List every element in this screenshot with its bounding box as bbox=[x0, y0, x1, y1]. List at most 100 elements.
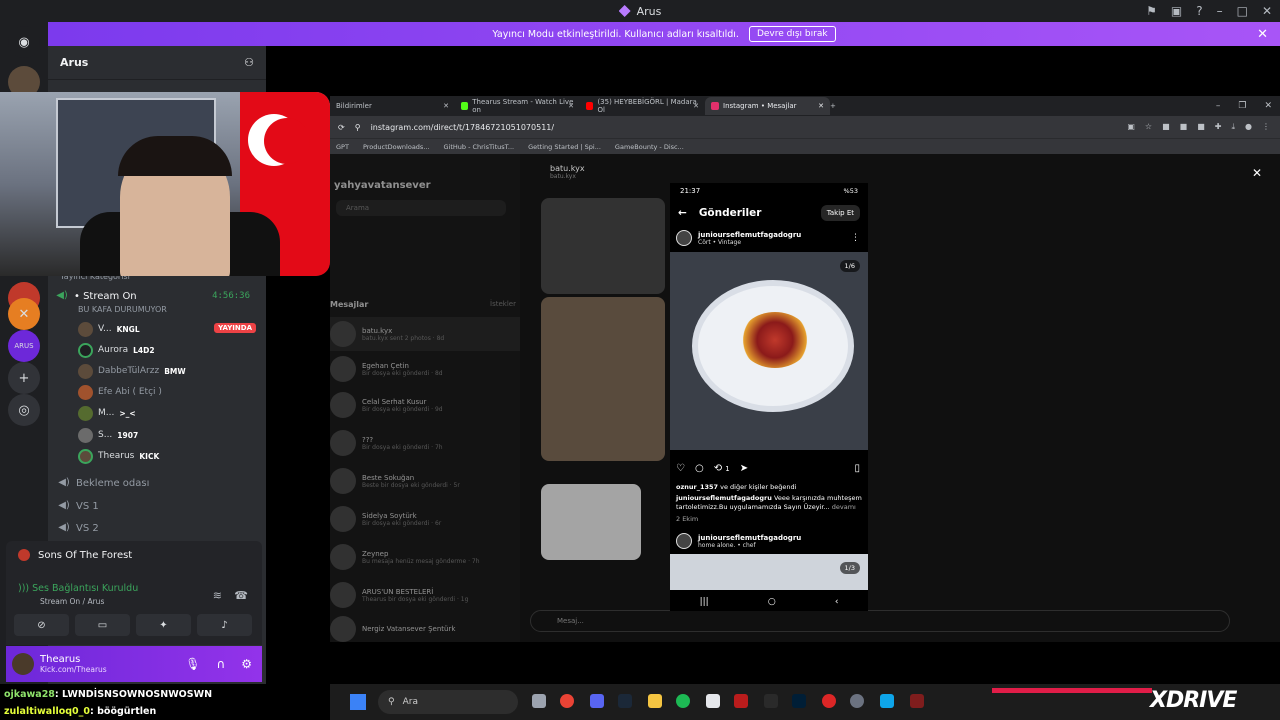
activities-button[interactable]: ✦ bbox=[136, 614, 191, 636]
dm-thread[interactable]: batu.kyx batu.kyx sent 2 photos · 8d bbox=[330, 317, 520, 351]
repost-icon[interactable]: ⟲ 1 bbox=[714, 463, 730, 474]
bookmark-item[interactable]: Getting Started | Spi... bbox=[528, 143, 601, 151]
voice-member[interactable]: DabbeTülArzz BMW bbox=[78, 363, 186, 379]
extension-icon[interactable]: ■ bbox=[1180, 122, 1188, 132]
message-input[interactable]: Mesaj... bbox=[530, 610, 1230, 632]
app-icon[interactable] bbox=[706, 694, 720, 708]
bookmark-item[interactable]: GitHub - ChrisTitusT... bbox=[444, 143, 515, 151]
minimize-icon[interactable]: – bbox=[1216, 101, 1221, 111]
share-icon[interactable]: ➤ bbox=[740, 463, 748, 474]
recents-icon[interactable]: ||| bbox=[700, 597, 709, 607]
extension-icon[interactable]: ■ bbox=[1162, 122, 1170, 132]
voice-channel-vs2[interactable]: ◀) VS 2 bbox=[58, 522, 258, 534]
dm-thread[interactable]: Sidelya Soytürk Bir dosya eki gönderdi · … bbox=[330, 502, 520, 536]
back-icon[interactable]: ‹ bbox=[835, 597, 839, 607]
gear-icon[interactable]: ⚙ bbox=[241, 657, 252, 671]
file-explorer-icon[interactable] bbox=[648, 694, 662, 708]
close-icon[interactable]: ✕ bbox=[1262, 4, 1272, 18]
post-image[interactable]: 1/6 bbox=[670, 252, 868, 450]
browser-tab-active[interactable]: Instagram • Mesajlar ✕ bbox=[705, 97, 830, 115]
dm-thread[interactable]: Beste Sokuğan Beste bir dosya eki gönderd… bbox=[330, 464, 520, 498]
add-server-icon[interactable]: + bbox=[8, 362, 40, 394]
url-field[interactable]: instagram.com/direct/t/17846721051070511… bbox=[371, 123, 555, 132]
dm-thread[interactable]: ARUS'UN BESTELERİ Thearus bir dosya eki g… bbox=[330, 578, 520, 612]
bookmark-item[interactable]: ProductDownloads... bbox=[363, 143, 430, 151]
app-icon[interactable] bbox=[910, 694, 924, 708]
chat-header[interactable]: batu.kyx batu.kyx bbox=[550, 164, 585, 180]
close-tab-icon[interactable]: ✕ bbox=[818, 102, 824, 110]
app-icon[interactable] bbox=[734, 694, 748, 708]
site-info-icon[interactable]: ⚲ bbox=[355, 123, 361, 132]
post-header[interactable]: juniourseflemutfagadogru home alone. • c… bbox=[676, 533, 801, 549]
close-overlay-icon[interactable]: ✕ bbox=[1252, 166, 1262, 180]
image-message[interactable] bbox=[541, 297, 665, 461]
add-member-icon[interactable]: ⚇ bbox=[244, 56, 254, 69]
back-arrow-icon[interactable]: ← bbox=[678, 207, 687, 219]
bookmark-star-icon[interactable]: ☆ bbox=[1145, 122, 1152, 132]
server-icon[interactable]: ARUS bbox=[8, 330, 40, 362]
discord-icon[interactable] bbox=[590, 694, 604, 708]
disconnect-icon[interactable]: ☎ bbox=[234, 589, 248, 602]
messages-label[interactable]: Mesajlar bbox=[330, 300, 368, 309]
close-icon[interactable]: ✕ bbox=[1264, 101, 1272, 111]
epic-games-icon[interactable] bbox=[764, 694, 778, 708]
steam-icon[interactable] bbox=[618, 694, 632, 708]
windows-start-icon[interactable] bbox=[350, 694, 366, 710]
image-message[interactable] bbox=[541, 198, 665, 294]
photoshop-icon[interactable] bbox=[792, 694, 806, 708]
app-icon[interactable] bbox=[822, 694, 836, 708]
task-view-icon[interactable] bbox=[532, 694, 546, 708]
browser-tab[interactable]: (35) HEYBEBİGÖRL | Madara Ol ✕ bbox=[580, 97, 705, 115]
chrome-icon[interactable] bbox=[560, 694, 574, 708]
inbox-search-input[interactable]: Arama bbox=[336, 200, 506, 216]
minimize-icon[interactable]: – bbox=[1217, 4, 1223, 18]
puzzle-icon[interactable]: ✚ bbox=[1215, 122, 1222, 132]
restore-icon[interactable]: ❐ bbox=[1238, 101, 1246, 111]
voice-member[interactable]: Efe Abi ( Etçi ) bbox=[78, 384, 162, 400]
close-tab-icon[interactable]: ✕ bbox=[693, 102, 699, 110]
voice-member[interactable]: M... >_< bbox=[78, 405, 136, 421]
soundboard-button[interactable]: ♪ bbox=[197, 614, 252, 636]
banner-close-icon[interactable]: ✕ bbox=[1257, 27, 1268, 42]
voice-channel-bekleme[interactable]: ◀) Bekleme odası bbox=[58, 477, 258, 489]
maximize-icon[interactable]: □ bbox=[1237, 4, 1248, 18]
inbox-username[interactable]: yahyavatansever bbox=[334, 180, 431, 191]
microphone-icon[interactable]: 🎙︎ bbox=[185, 657, 200, 671]
discord-home-icon[interactable]: ◉ bbox=[8, 26, 40, 58]
screen-share-button[interactable]: ▭ bbox=[75, 614, 130, 636]
like-icon[interactable]: ♡ bbox=[676, 463, 685, 474]
reload-icon[interactable]: ⟳ bbox=[338, 123, 345, 132]
voice-channel-vs1[interactable]: ◀) VS 1 bbox=[58, 500, 258, 512]
camera-off-button[interactable]: ⊘ bbox=[14, 614, 69, 636]
server-header[interactable]: Arus ⚇ bbox=[48, 46, 266, 80]
home-icon[interactable]: ○ bbox=[768, 597, 776, 607]
requests-label[interactable]: İstekler bbox=[490, 300, 516, 308]
inbox-icon[interactable]: ⚑ bbox=[1146, 4, 1157, 18]
new-tab-icon[interactable]: + bbox=[830, 102, 836, 110]
taskbar-search[interactable]: ⚲ Ara bbox=[378, 690, 518, 714]
server-icon[interactable]: ✕ bbox=[8, 298, 40, 330]
browser-tab[interactable]: Bildirimler ✕ bbox=[330, 97, 455, 115]
spotify-icon[interactable] bbox=[676, 694, 690, 708]
dm-thread[interactable]: Egehan Çetin Bir dosya eki gönderdi · 8d bbox=[330, 352, 520, 386]
browser-tab[interactable]: Thearus Stream - Watch Live on ✕ bbox=[455, 97, 580, 115]
avatar[interactable] bbox=[12, 653, 34, 675]
voice-member[interactable]: Thearus KICK bbox=[78, 448, 159, 464]
dm-thread[interactable]: Nergiz Vatansever Şentürk bbox=[330, 612, 520, 646]
noise-suppression-icon[interactable]: ≋ bbox=[213, 589, 222, 602]
dm-thread[interactable]: ??? Bir dosya eki gönderdi · 7h bbox=[330, 426, 520, 460]
close-tab-icon[interactable]: ✕ bbox=[443, 102, 449, 110]
follow-button[interactable]: Takip Et bbox=[820, 205, 860, 221]
voice-channel-stream-on[interactable]: ◀) • Stream On 4:56:36 bbox=[56, 290, 256, 302]
disable-streamer-mode-button[interactable]: Devre dışı bırak bbox=[748, 26, 836, 42]
extension-icon[interactable]: ■ bbox=[1197, 122, 1205, 132]
bookmark-item[interactable]: GameBounty - Disc... bbox=[615, 143, 684, 151]
image-message[interactable] bbox=[541, 484, 641, 560]
close-tab-icon[interactable]: ✕ bbox=[568, 102, 574, 110]
comment-icon[interactable]: ○ bbox=[695, 463, 704, 474]
bookmark-item[interactable]: GPT bbox=[336, 143, 349, 151]
app-icon[interactable] bbox=[880, 694, 894, 708]
obs-icon[interactable] bbox=[850, 694, 864, 708]
more-options-icon[interactable]: ⋮ bbox=[851, 233, 860, 243]
voice-member[interactable]: V... KNGL bbox=[78, 321, 140, 337]
